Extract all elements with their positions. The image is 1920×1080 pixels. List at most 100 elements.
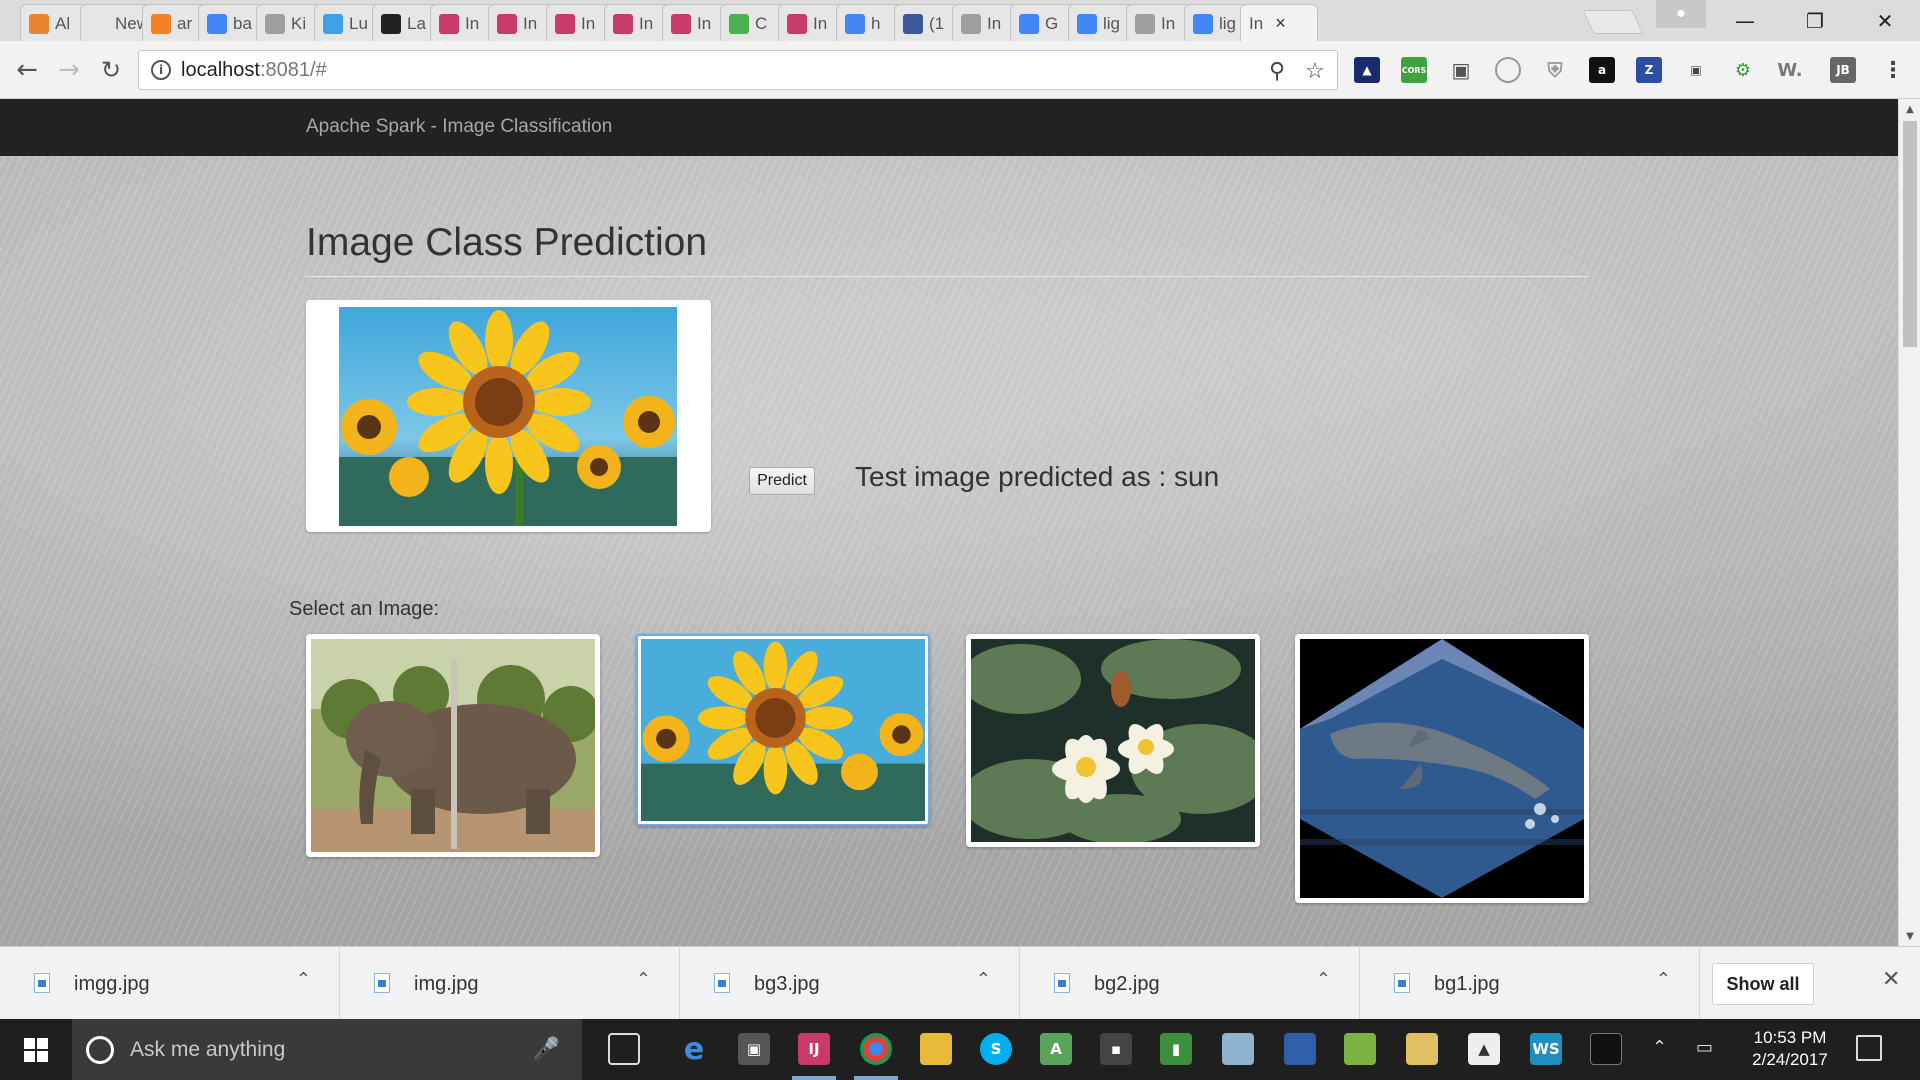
globe-icon xyxy=(323,13,343,34)
system-clock[interactable]: 10:53 PM 2/24/2017 xyxy=(1740,1027,1840,1071)
app-icon[interactable] xyxy=(1406,1033,1438,1065)
chevron-up-icon[interactable]: ⌃ xyxy=(636,969,651,990)
microphone-icon[interactable]: 🎤 xyxy=(533,1037,560,1062)
webstorm-icon[interactable]: WS xyxy=(1530,1033,1562,1065)
tab-label: ba xyxy=(233,13,252,33)
page-icon xyxy=(265,13,285,34)
tab-label: lig xyxy=(1103,13,1121,33)
dolphin-image xyxy=(1300,639,1584,898)
photos-icon[interactable]: ▲ xyxy=(1468,1033,1500,1065)
show-all-button[interactable]: Show all xyxy=(1712,963,1814,1005)
store-icon[interactable]: ▣ xyxy=(738,1033,770,1065)
chevron-up-icon[interactable]: ⌃ xyxy=(296,969,311,990)
file-explorer-icon[interactable] xyxy=(920,1033,952,1065)
app-icon[interactable] xyxy=(1344,1033,1376,1065)
tab-label: Ki xyxy=(291,13,307,33)
scroll-up-icon[interactable]: ▲ xyxy=(1899,99,1920,119)
zotero-icon[interactable]: Z xyxy=(1636,57,1662,83)
browser-tab[interactable]: New T xyxy=(80,4,150,42)
extension-icon[interactable] xyxy=(1495,57,1521,83)
download-filename[interactable]: bg3.jpg xyxy=(754,973,820,996)
intellij-icon xyxy=(671,13,691,34)
task-view-icon[interactable] xyxy=(608,1033,640,1065)
android-studio-icon[interactable]: A xyxy=(1040,1033,1072,1065)
edge-icon[interactable]: e xyxy=(678,1032,710,1067)
extension-icon[interactable]: ⚙ xyxy=(1730,57,1756,83)
app-icon[interactable] xyxy=(1222,1033,1254,1065)
browser-tab[interactable]: In × xyxy=(1240,4,1318,42)
chrome-icon[interactable] xyxy=(860,1033,892,1065)
battery-icon[interactable]: ▭ xyxy=(1696,1037,1713,1058)
notifications-icon[interactable] xyxy=(1856,1035,1882,1061)
w3-icon xyxy=(729,13,749,34)
download-filename[interactable]: bg1.jpg xyxy=(1434,973,1500,996)
extension-icon[interactable]: ▲ xyxy=(1354,57,1380,83)
brand-title[interactable]: Apache Spark - Image Classification xyxy=(306,116,612,138)
skype-icon[interactable]: S xyxy=(980,1033,1012,1065)
close-window-icon[interactable]: ✕ xyxy=(1850,0,1920,41)
restore-icon[interactable]: ❐ xyxy=(1780,0,1850,41)
thumbnail-dolphin[interactable] xyxy=(1295,634,1589,903)
intellij-icon[interactable]: IJ xyxy=(798,1033,830,1065)
new-tab-button[interactable] xyxy=(1582,10,1644,34)
page-scrollbar[interactable]: ▲ ▼ xyxy=(1898,99,1920,946)
app-icon[interactable]: ▮ xyxy=(1160,1033,1192,1065)
tab-label: In xyxy=(697,13,712,33)
preview-image xyxy=(339,307,677,526)
clock-time: 10:53 PM xyxy=(1753,1028,1827,1047)
bookmark-star-icon[interactable]: ☆ xyxy=(1305,59,1325,84)
shield-icon[interactable]: ⛨ xyxy=(1542,57,1568,83)
terminal-icon[interactable] xyxy=(1590,1033,1622,1065)
windows-logo-icon xyxy=(24,1037,48,1062)
google-icon xyxy=(207,13,227,34)
video-editor-icon[interactable]: ▪ xyxy=(1100,1033,1132,1065)
tab-label: h xyxy=(871,13,881,33)
extension-icon[interactable]: ▣ xyxy=(1683,57,1709,83)
back-icon[interactable]: ← xyxy=(10,53,44,87)
close-tab-icon[interactable]: × xyxy=(1275,13,1286,34)
download-item[interactable]: bg3.jpg ⌃ xyxy=(680,947,1020,1020)
jetbrains-icon[interactable]: JB xyxy=(1830,57,1856,83)
scrollbar-thumb[interactable] xyxy=(1903,121,1917,347)
url-text[interactable]: localhost:8081/# xyxy=(181,59,327,82)
reload-icon[interactable]: ↻ xyxy=(94,53,128,87)
tab-label: In xyxy=(639,13,654,33)
download-item[interactable]: bg2.jpg ⌃ xyxy=(1020,947,1360,1020)
thumbnail-sunflower[interactable] xyxy=(636,634,930,826)
site-info-icon[interactable]: i xyxy=(151,60,171,80)
thumbnail-water-lily[interactable] xyxy=(966,634,1260,847)
app-icon[interactable] xyxy=(1284,1033,1316,1065)
cast-icon[interactable]: ▣ xyxy=(1448,57,1474,83)
cors-extension-icon[interactable]: CORS xyxy=(1401,57,1427,83)
minimize-icon[interactable]: — xyxy=(1710,0,1780,41)
download-item[interactable]: imgg.jpg ⌃ xyxy=(0,947,340,1020)
thumbnail-elephant[interactable] xyxy=(306,634,600,857)
chevron-up-icon[interactable]: ⌃ xyxy=(1316,969,1331,990)
download-filename[interactable]: bg2.jpg xyxy=(1094,973,1160,996)
menu-icon[interactable]: ⋮ xyxy=(1880,57,1906,83)
zoom-icon[interactable]: ⚲ xyxy=(1269,59,1285,84)
download-item[interactable]: bg1.jpg ⌃ xyxy=(1360,947,1700,1020)
address-bar[interactable]: i localhost:8081/# ⚲ ☆ xyxy=(138,50,1338,90)
chevron-up-icon[interactable]: ⌃ xyxy=(1656,969,1671,990)
download-filename[interactable]: img.jpg xyxy=(414,973,478,996)
image-file-icon xyxy=(1054,973,1070,993)
scroll-down-icon[interactable]: ▼ xyxy=(1899,926,1920,946)
start-button[interactable] xyxy=(0,1019,72,1080)
forward-icon[interactable]: → xyxy=(52,53,86,87)
image-file-icon xyxy=(714,973,730,993)
browser-toolbar: ← → ↻ i localhost:8081/# ⚲ ☆ ▲ CORS ▣ ⛨ … xyxy=(0,41,1920,99)
cortana-search[interactable]: Ask me anything 🎤 xyxy=(72,1019,582,1080)
tab-label: ar xyxy=(177,13,193,33)
amazon-icon[interactable]: a xyxy=(1589,57,1615,83)
extension-icon[interactable]: W. xyxy=(1777,57,1803,83)
tab-label: In xyxy=(987,13,1002,33)
download-item[interactable]: img.jpg ⌃ xyxy=(340,947,680,1020)
close-shelf-icon[interactable]: ✕ xyxy=(1882,967,1900,992)
tab-label: C xyxy=(755,13,768,33)
predict-button[interactable]: Predict xyxy=(749,467,815,495)
profile-icon[interactable]: ● xyxy=(1656,0,1706,28)
tray-chevron-icon[interactable]: ⌃ xyxy=(1652,1037,1667,1058)
download-filename[interactable]: imgg.jpg xyxy=(74,973,150,996)
chevron-up-icon[interactable]: ⌃ xyxy=(976,969,991,990)
